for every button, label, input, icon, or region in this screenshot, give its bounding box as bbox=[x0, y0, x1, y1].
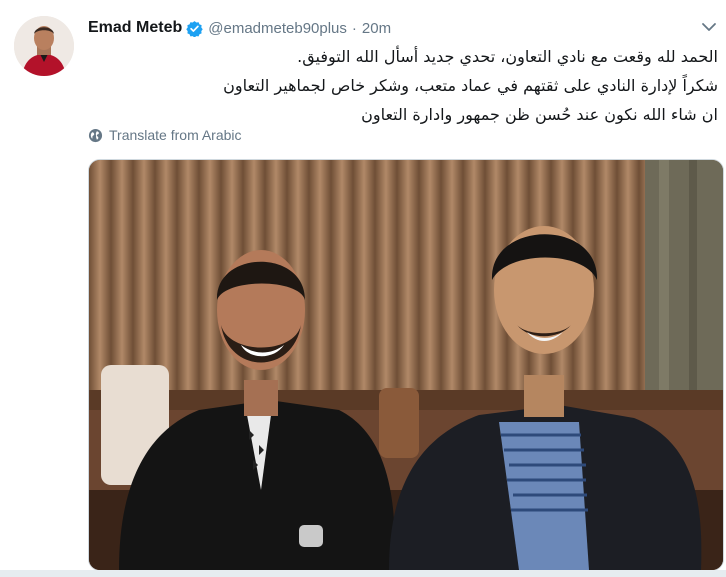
translate-label: Translate from Arabic bbox=[109, 127, 242, 143]
author-avatar[interactable] bbox=[14, 16, 74, 76]
author-handle[interactable]: @emadmeteb90plus bbox=[208, 20, 347, 37]
author-name[interactable]: Emad Meteb bbox=[88, 19, 182, 37]
globe-icon bbox=[88, 128, 103, 143]
tweet-photo[interactable] bbox=[88, 159, 724, 571]
bottom-divider bbox=[0, 570, 726, 577]
tweet-text-line: شكراً لإدارة النادي على ثقتهم في عماد مت… bbox=[223, 76, 718, 95]
tweet-text-line: الحمد لله وقعت مع نادي التعاون، تحدي جدي… bbox=[297, 47, 718, 66]
translate-link[interactable]: Translate from Arabic bbox=[88, 127, 242, 143]
tweet-header: Emad Meteb @emadmeteb90plus · 20m bbox=[88, 17, 391, 39]
tweet-text: الحمد لله وقعت مع نادي التعاون، تحدي جدي… bbox=[88, 42, 718, 129]
tweet[interactable]: Emad Meteb @emadmeteb90plus · 20m الحمد … bbox=[0, 0, 726, 577]
tweet-text-line: ان شاء الله نكون عند حُسن ظن جمهور وادار… bbox=[361, 105, 718, 124]
verified-badge-icon bbox=[186, 20, 203, 37]
tweet-timestamp[interactable]: 20m bbox=[362, 20, 391, 37]
separator-dot: · bbox=[351, 19, 357, 37]
chevron-down-icon[interactable] bbox=[700, 18, 718, 36]
